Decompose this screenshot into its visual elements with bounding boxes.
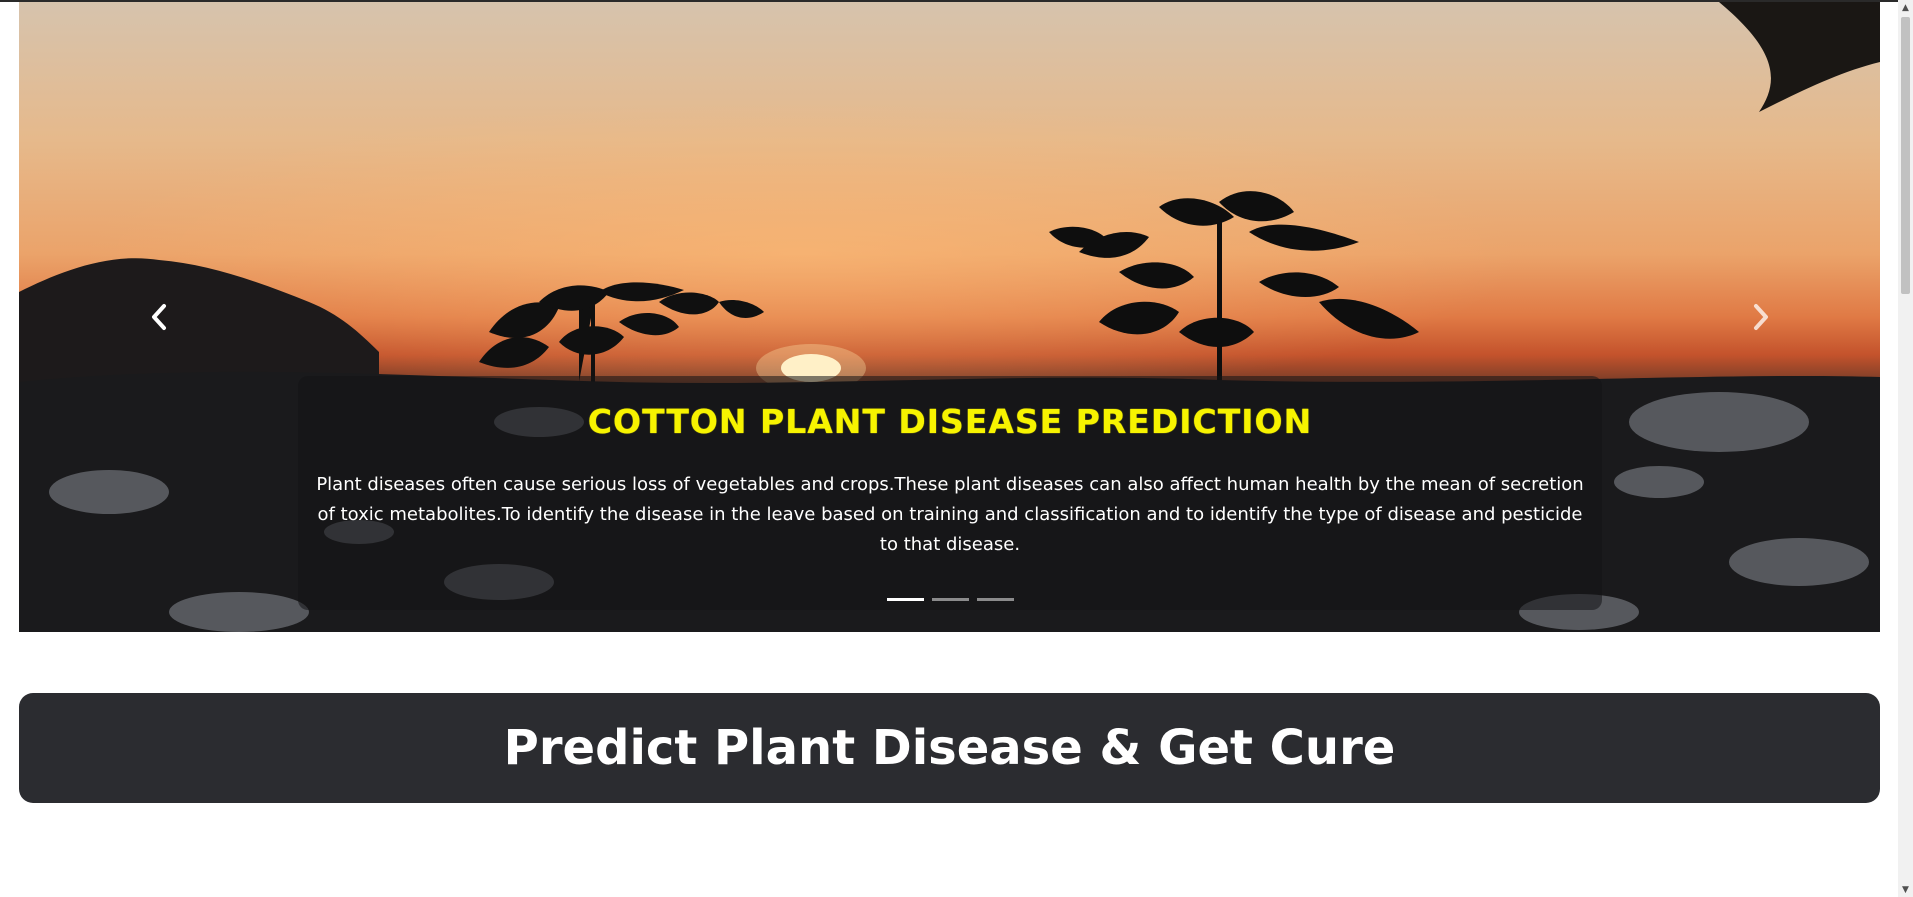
indicator-slide-1[interactable]: [886, 598, 924, 601]
chevron-left-icon: [152, 304, 166, 330]
caption-text: Plant diseases often cause serious loss …: [316, 474, 1584, 555]
indicator-slide-3[interactable]: [976, 598, 1014, 601]
page-scrollbar[interactable]: ▲ ▼: [1898, 0, 1913, 897]
arrow-down-icon[interactable]: ▼: [1898, 882, 1913, 897]
chevron-right-icon: [1754, 304, 1768, 330]
carousel-caption: COTTON PLANT DISEASE PREDICTION Plant di…: [298, 376, 1602, 610]
carousel-prev-button[interactable]: [139, 292, 179, 342]
banner-heading: Predict Plant Disease & Get Cure: [503, 720, 1396, 776]
caption-title: COTTON PLANT DISEASE PREDICTION: [587, 402, 1313, 441]
scrollbar-thumb[interactable]: [1901, 17, 1910, 294]
predict-banner: Predict Plant Disease & Get Cure: [19, 693, 1880, 803]
hero-carousel: COTTON PLANT DISEASE PREDICTION Plant di…: [19, 2, 1880, 632]
arrow-up-icon[interactable]: ▲: [1898, 0, 1913, 15]
carousel-next-button[interactable]: [1741, 292, 1781, 342]
carousel-indicators: [298, 598, 1602, 601]
indicator-slide-2[interactable]: [931, 598, 969, 601]
